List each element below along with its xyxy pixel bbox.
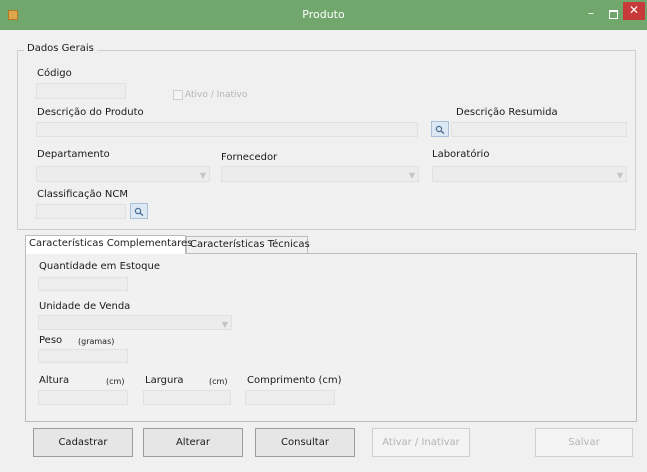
descricao-resumida-input[interactable]	[451, 122, 627, 137]
largura-unit: (cm)	[209, 377, 228, 386]
maximize-icon[interactable]	[604, 6, 622, 22]
unidade-label: Unidade de Venda	[39, 301, 131, 312]
estoque-input[interactable]	[38, 277, 128, 291]
codigo-label: Código	[37, 68, 72, 79]
comprimento-label: Comprimento (cm)	[247, 375, 342, 386]
codigo-input[interactable]	[36, 83, 126, 99]
peso-label: Peso	[39, 335, 63, 346]
departamento-select[interactable]: ▼	[36, 166, 210, 182]
tab-caracteristicas-tecnicas[interactable]: Características Técnicas	[186, 236, 310, 253]
cadastrar-button[interactable]: Cadastrar	[33, 428, 133, 457]
fornecedor-label: Fornecedor	[221, 152, 278, 163]
consultar-button[interactable]: Consultar	[255, 428, 355, 457]
window-title: Produto	[302, 8, 345, 21]
peso-unit: (gramas)	[78, 337, 115, 346]
comprimento-input[interactable]	[245, 390, 335, 405]
alterar-button[interactable]: Alterar	[143, 428, 243, 457]
chevron-down-icon: ▼	[199, 171, 206, 180]
minimize-icon[interactable]: –	[582, 6, 600, 22]
dados-gerais-group	[17, 50, 636, 230]
magnifier-icon	[435, 125, 445, 135]
descricao-label: Descrição do Produto	[37, 107, 144, 118]
ativo-label: Ativo / Inativo	[185, 90, 248, 100]
title-bar: Produto – ✕	[0, 0, 647, 30]
descricao-resumida-label: Descrição Resumida	[456, 107, 558, 118]
descricao-input[interactable]	[36, 122, 418, 137]
peso-input[interactable]	[38, 349, 128, 363]
ativo-checkbox-wrap[interactable]: Ativo / Inativo	[173, 90, 247, 101]
tab-caracteristicas-complementares[interactable]: Características Complementares	[25, 235, 192, 254]
largura-label: Largura	[145, 375, 184, 386]
laboratorio-select[interactable]: ▼	[432, 166, 627, 182]
salvar-button[interactable]: Salvar	[535, 428, 633, 457]
fornecedor-select[interactable]: ▼	[221, 166, 419, 182]
ncm-lookup-button[interactable]	[130, 203, 148, 219]
largura-input[interactable]	[143, 390, 231, 405]
altura-label: Altura	[39, 375, 70, 386]
altura-unit: (cm)	[106, 377, 125, 386]
departamento-label: Departamento	[37, 149, 110, 160]
magnifier-icon	[134, 207, 144, 217]
ncm-label: Classificação NCM	[37, 189, 129, 200]
ativar-inativar-button[interactable]: Ativar / Inativar	[372, 428, 470, 457]
chevron-down-icon: ▼	[616, 171, 623, 180]
chevron-down-icon: ▼	[221, 320, 228, 329]
ativo-checkbox[interactable]	[173, 90, 183, 100]
laboratorio-label: Laboratório	[432, 149, 490, 160]
altura-input[interactable]	[38, 390, 128, 405]
dados-gerais-legend: Dados Gerais	[24, 43, 97, 54]
unidade-select[interactable]: ▼	[38, 315, 232, 330]
ncm-input[interactable]	[36, 204, 126, 219]
chevron-down-icon: ▼	[408, 171, 415, 180]
estoque-label: Quantidade em Estoque	[39, 261, 161, 272]
descricao-lookup-button[interactable]	[431, 121, 449, 137]
close-icon[interactable]: ✕	[623, 2, 645, 20]
